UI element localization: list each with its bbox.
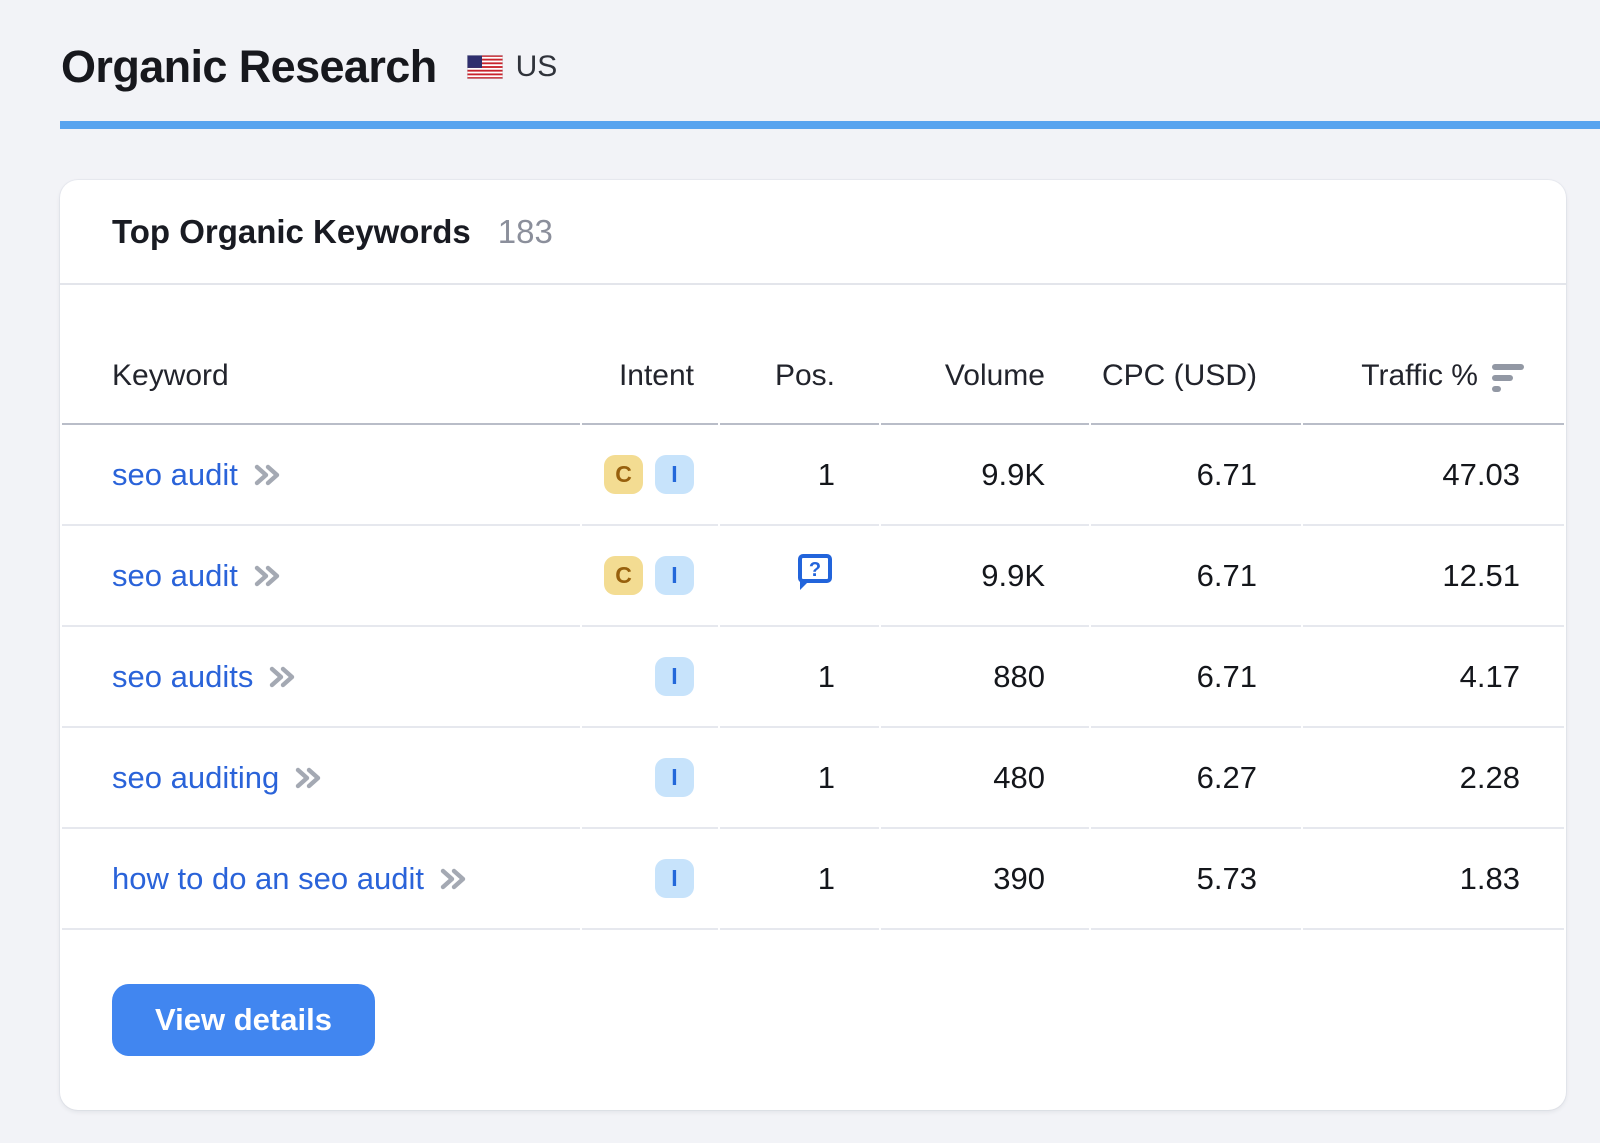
table-header-row: Keyword Intent Pos. Volume CPC (USD) Tra… [62,285,1564,425]
serp-question-bubble-icon: ? [795,552,835,600]
intent-badge-informational: I [655,657,694,696]
intent-badges: C I [604,455,694,494]
intent-badges: I [655,758,694,797]
intent-badge-informational: I [655,455,694,494]
keyword-link[interactable]: how to do an seo audit [112,861,467,897]
keywords-count-badge: 183 [498,213,553,251]
intent-badge-commercial: C [604,455,643,494]
intent-badges: I [655,657,694,696]
traffic-header-label: Traffic % [1361,359,1478,393]
country-selector: US [467,50,558,84]
sort-descending-icon[interactable] [1492,360,1524,392]
table-row: how to do an seo audit I 1 390 [62,829,1564,930]
position-cell: 1 [720,728,879,829]
cpc-cell: 6.71 [1091,526,1301,627]
position-cell: 1 [720,829,879,930]
traffic-cell: 12.51 [1303,526,1564,627]
card-footer: View details [60,930,1566,1110]
volume-cell: 390 [881,829,1089,930]
intent-badges: I [655,859,694,898]
double-chevron-icon [253,563,281,589]
position-cell: 1 [720,627,879,728]
card-title: Top Organic Keywords [112,213,471,251]
traffic-cell: 4.17 [1303,627,1564,728]
keyword-label: how to do an seo audit [112,861,424,897]
keyword-label: seo audit [112,558,238,594]
accent-divider [60,121,1600,129]
cpc-cell: 6.71 [1091,627,1301,728]
keyword-label: seo audit [112,457,238,493]
table-row: seo auditing I 1 480 6.27 [62,728,1564,829]
cpc-cell: 5.73 [1091,829,1301,930]
traffic-cell: 47.03 [1303,425,1564,526]
keyword-link[interactable]: seo audits [112,659,296,695]
volume-cell: 480 [881,728,1089,829]
intent-badge-informational: I [655,859,694,898]
volume-cell: 9.9K [881,425,1089,526]
double-chevron-icon [253,462,281,488]
country-label: US [516,50,558,84]
keywords-table: Keyword Intent Pos. Volume CPC (USD) Tra… [60,285,1566,930]
volume-cell: 9.9K [881,526,1089,627]
position-cell: 1 [720,425,879,526]
intent-badge-informational: I [655,758,694,797]
traffic-cell: 2.28 [1303,728,1564,829]
intent-badge-commercial: C [604,556,643,595]
column-header-traffic: Traffic % [1303,285,1564,425]
page-header: Organic Research US [61,38,557,96]
keyword-link[interactable]: seo audit [112,558,281,594]
keyword-link[interactable]: seo audit [112,457,281,493]
volume-cell: 880 [881,627,1089,728]
column-header-cpc: CPC (USD) [1091,285,1301,425]
svg-text:?: ? [809,559,821,581]
cpc-cell: 6.27 [1091,728,1301,829]
intent-badge-informational: I [655,556,694,595]
keyword-label: seo audits [112,659,253,695]
card-header: Top Organic Keywords 183 [60,180,1566,285]
cpc-cell: 6.71 [1091,425,1301,526]
column-header-pos: Pos. [720,285,879,425]
view-details-button[interactable]: View details [112,984,375,1056]
column-header-volume: Volume [881,285,1089,425]
column-header-keyword: Keyword [62,285,580,425]
keyword-label: seo auditing [112,760,279,796]
double-chevron-icon [294,765,322,791]
us-flag-icon [467,55,503,79]
column-header-intent: Intent [582,285,718,425]
keyword-link[interactable]: seo auditing [112,760,322,796]
double-chevron-icon [439,866,467,892]
top-organic-keywords-card: Top Organic Keywords 183 Keyword Intent … [60,180,1566,1110]
table-row: seo audits I 1 880 6.71 [62,627,1564,728]
table-row: seo audit C I 1 9.9K [62,425,1564,526]
page-title: Organic Research [61,41,437,93]
double-chevron-icon [268,664,296,690]
traffic-cell: 1.83 [1303,829,1564,930]
intent-badges: C I [604,556,694,595]
position-cell: ? [720,526,879,627]
table-row: seo audit C I [62,526,1564,627]
